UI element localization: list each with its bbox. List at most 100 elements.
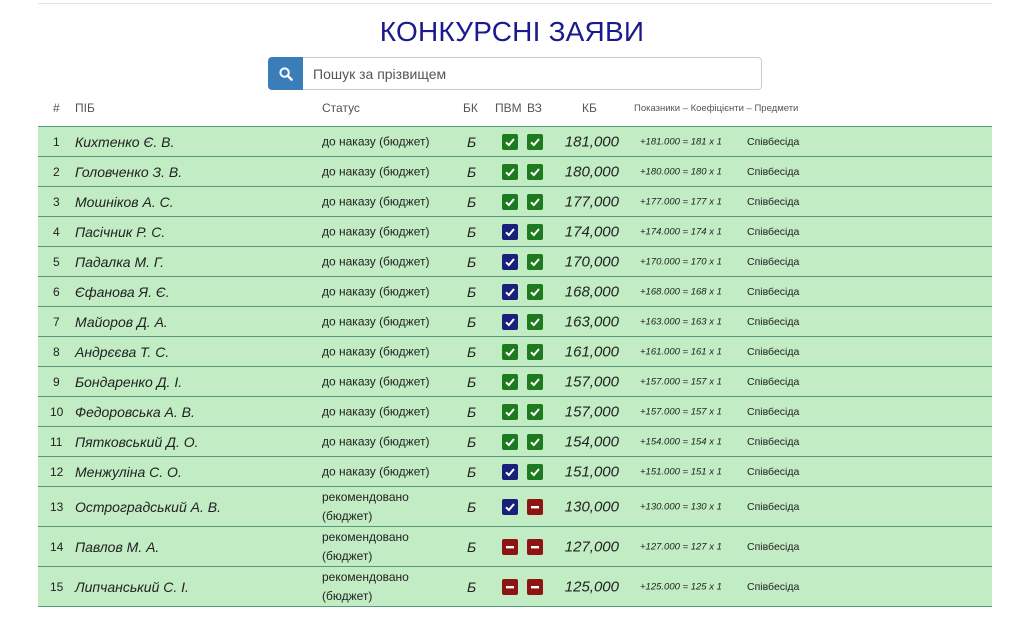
check-icon bbox=[505, 197, 515, 206]
bk-value: Б bbox=[467, 163, 477, 180]
application-status: до наказу (бюджет) bbox=[322, 374, 430, 388]
indicators-formula: +151.000 = 151 x 1 bbox=[640, 466, 722, 477]
applicant-name[interactable]: Андрєєва Т. С. bbox=[75, 344, 169, 360]
vz-flag bbox=[527, 163, 543, 180]
subject-label: Співбесіда bbox=[747, 540, 800, 553]
column-vz[interactable]: ВЗ bbox=[527, 101, 542, 115]
check-icon bbox=[530, 197, 540, 206]
column-bk[interactable]: БК bbox=[463, 101, 478, 115]
vz-flag bbox=[527, 498, 543, 515]
indicators-formula: +154.000 = 154 x 1 bbox=[640, 436, 722, 447]
row-number: 1 bbox=[53, 134, 60, 149]
check-icon bbox=[530, 377, 540, 386]
kb-score: 181,000 bbox=[564, 133, 619, 150]
pvm-flag bbox=[502, 193, 518, 210]
applicant-name[interactable]: Єфанова Я. Є. bbox=[75, 284, 170, 300]
row-number: 3 bbox=[53, 194, 60, 209]
indicators-formula: +125.000 = 125 x 1 bbox=[640, 581, 722, 592]
subject-label: Співбесіда bbox=[747, 500, 800, 513]
vz-flag bbox=[527, 223, 543, 240]
kb-score: 157,000 bbox=[564, 373, 619, 390]
check-icon bbox=[530, 437, 540, 446]
row-number: 6 bbox=[53, 284, 60, 299]
column-status[interactable]: Статус bbox=[322, 101, 360, 115]
indicators-formula: +161.000 = 161 x 1 bbox=[640, 346, 722, 357]
applicant-name[interactable]: Кихтенко Є. В. bbox=[75, 134, 174, 150]
application-status: рекомендовано (бюджет) bbox=[322, 489, 409, 523]
table-row[interactable]: 8 Андрєєва Т. С. до наказу (бюджет) Б 161,00… bbox=[38, 336, 992, 366]
row-number: 12 bbox=[50, 464, 64, 479]
applicant-name[interactable]: Пасічник Р. С. bbox=[75, 224, 165, 240]
check-icon bbox=[530, 467, 540, 476]
table-row[interactable]: 12 Менжуліна С. О. до наказу (бюджет) Б 151,… bbox=[38, 456, 992, 486]
subject-label: Співбесіда bbox=[747, 255, 800, 268]
table-row[interactable]: 14 Павлов М. А. рекомендовано (бюджет) Б 127… bbox=[38, 526, 992, 566]
table-row[interactable]: 6 Єфанова Я. Є. до наказу (бюджет) Б 168,000… bbox=[38, 276, 992, 306]
subject-label: Співбесіда bbox=[747, 165, 800, 178]
kb-score: 130,000 bbox=[564, 498, 619, 515]
subject-label: Співбесіда bbox=[747, 375, 800, 388]
application-status: до наказу (бюджет) bbox=[322, 344, 430, 358]
search-bar bbox=[268, 57, 762, 90]
table-row[interactable]: 3 Мошніков А. С. до наказу (бюджет) Б 177,00… bbox=[38, 186, 992, 216]
row-number: 4 bbox=[53, 224, 60, 239]
check-icon bbox=[530, 137, 540, 146]
pvm-flag bbox=[502, 253, 518, 270]
vz-flag bbox=[527, 538, 543, 555]
indicators-formula: +170.000 = 170 x 1 bbox=[640, 256, 722, 267]
pvm-flag bbox=[502, 463, 518, 480]
table-row[interactable]: 7 Майоров Д. А. до наказу (бюджет) Б 163,000… bbox=[38, 306, 992, 336]
search-input[interactable] bbox=[303, 57, 762, 90]
table-row[interactable]: 4 Пасічник Р. С. до наказу (бюджет) Б 174,00… bbox=[38, 216, 992, 246]
minus-icon bbox=[506, 545, 514, 548]
vz-flag bbox=[527, 403, 543, 420]
indicators-formula: +180.000 = 180 x 1 bbox=[640, 166, 722, 177]
applicant-name[interactable]: Мошніков А. С. bbox=[75, 194, 174, 210]
indicators-formula: +130.000 = 130 x 1 bbox=[640, 501, 722, 512]
applicant-name[interactable]: Павлов М. А. bbox=[75, 539, 159, 555]
pvm-flag bbox=[502, 538, 518, 555]
table-row[interactable]: 5 Падалка М. Г. до наказу (бюджет) Б 170,000… bbox=[38, 246, 992, 276]
subject-label: Співбесіда bbox=[747, 465, 800, 478]
column-kb[interactable]: КБ bbox=[582, 101, 597, 115]
vz-flag bbox=[527, 343, 543, 360]
applicant-name[interactable]: Головченко З. В. bbox=[75, 164, 182, 180]
column-pvm[interactable]: ПВМ bbox=[495, 101, 522, 115]
application-status: до наказу (бюджет) bbox=[322, 254, 430, 268]
applicant-name[interactable]: Менжуліна С. О. bbox=[75, 464, 182, 480]
bk-value: Б bbox=[467, 223, 477, 240]
application-status: до наказу (бюджет) bbox=[322, 314, 430, 328]
applicant-name[interactable]: Майоров Д. А. bbox=[75, 314, 168, 330]
table-row[interactable]: 13 Остроградський А. В. рекомендовано (бюд… bbox=[38, 486, 992, 526]
table-row[interactable]: 1 Кихтенко Є. В. до наказу (бюджет) Б 181,00… bbox=[38, 126, 992, 156]
applicant-name[interactable]: Бондаренко Д. І. bbox=[75, 374, 182, 390]
table-row[interactable]: 9 Бондаренко Д. І. до наказу (бюджет) Б 157,… bbox=[38, 366, 992, 396]
application-status: до наказу (бюджет) bbox=[322, 464, 430, 478]
column-name[interactable]: ПІБ bbox=[75, 101, 95, 115]
table-row[interactable]: 10 Федоровська А. В. до наказу (бюджет) Б 15… bbox=[38, 396, 992, 426]
applicant-name[interactable]: Липчанський С. І. bbox=[75, 579, 189, 595]
row-number: 10 bbox=[50, 404, 64, 419]
check-icon bbox=[530, 317, 540, 326]
vz-flag bbox=[527, 193, 543, 210]
check-icon bbox=[505, 287, 515, 296]
applicant-name[interactable]: Пятковський Д. О. bbox=[75, 434, 199, 450]
table-row[interactable]: 2 Головченко З. В. до наказу (бюджет) Б 180,… bbox=[38, 156, 992, 186]
subject-label: Співбесіда bbox=[747, 225, 800, 238]
search-button[interactable] bbox=[268, 57, 303, 90]
table-row[interactable]: 11 Пятковський Д. О. до наказу (бюджет) Б 15… bbox=[38, 426, 992, 456]
row-number: 13 bbox=[50, 499, 64, 514]
kb-score: 157,000 bbox=[564, 403, 619, 420]
vz-flag bbox=[527, 578, 543, 595]
minus-icon bbox=[531, 545, 539, 548]
applicant-name[interactable]: Федоровська А. В. bbox=[75, 404, 195, 420]
applicant-name[interactable]: Остроградський А. В. bbox=[75, 499, 221, 515]
kb-score: 163,000 bbox=[564, 313, 619, 330]
bk-value: Б bbox=[467, 313, 477, 330]
vz-flag bbox=[527, 133, 543, 150]
page-title: КОНКУРСНІ ЗАЯВИ bbox=[379, 16, 645, 47]
application-status: до наказу (бюджет) bbox=[322, 434, 430, 448]
applicant-name[interactable]: Падалка М. Г. bbox=[75, 254, 164, 270]
table-row[interactable]: 15 Липчанський С. І. рекомендовано (бюджет… bbox=[38, 566, 992, 607]
vz-flag bbox=[527, 283, 543, 300]
